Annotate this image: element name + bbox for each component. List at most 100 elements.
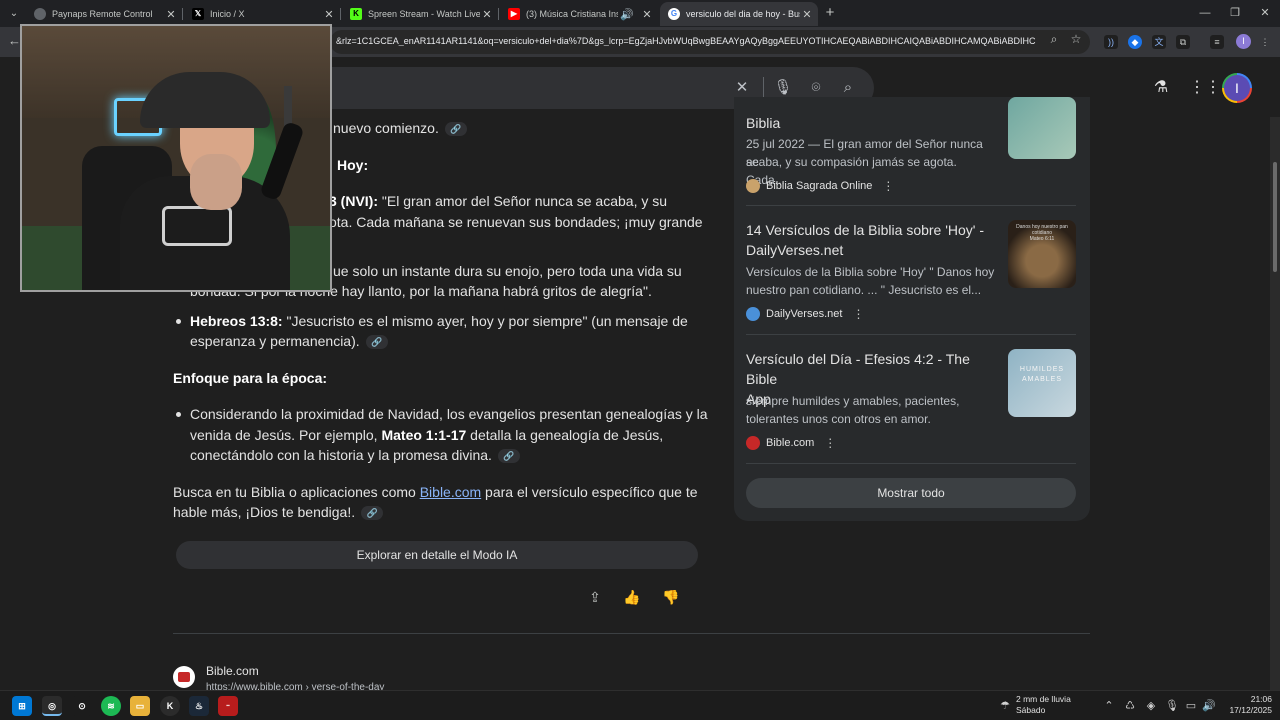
tab-separator xyxy=(498,8,499,20)
tab-title: (3) Música Cristiana Instrum xyxy=(526,9,618,19)
show-all-button[interactable]: Mostrar todo xyxy=(746,478,1076,508)
network-icon[interactable]: ▭ xyxy=(1184,699,1198,713)
close-tab-icon[interactable]: ✕ xyxy=(322,8,336,21)
close-tab-icon[interactable]: ✕ xyxy=(164,8,178,21)
spotify-taskbar-icon[interactable]: ≋ xyxy=(101,696,121,716)
microphone-icon[interactable]: 🎙 xyxy=(773,78,793,98)
extension-audio-icon[interactable]: )) xyxy=(1104,35,1118,49)
kick-logo-icon: K xyxy=(350,8,362,20)
search-icon[interactable]: ⌕ xyxy=(838,78,858,98)
clear-search-icon[interactable]: ✕ xyxy=(732,78,752,98)
more-options-icon[interactable]: ⋮ xyxy=(882,179,894,193)
extensions-puzzle-icon[interactable]: ⧉ xyxy=(1176,35,1190,49)
youtube-logo-icon: ▶ xyxy=(508,8,520,20)
bookmark-star-icon[interactable]: ☆ xyxy=(1068,31,1084,47)
extension-translate-icon[interactable]: 文 xyxy=(1152,35,1166,49)
tab-search-chevron-icon[interactable]: ⌄ xyxy=(4,4,24,24)
speaker-icon[interactable]: 🔊 xyxy=(618,8,636,21)
weather-icon[interactable]: ☂ xyxy=(998,699,1012,713)
clock-time: 21:06 xyxy=(1250,694,1272,704)
tab-google-search[interactable]: G versiculo del dia de hoy - Busc ✕ xyxy=(660,2,818,26)
account-avatar[interactable]: I xyxy=(1222,73,1252,103)
ai-verse3-line1: Hebreos 13:8: "Jesucristo es el mismo ay… xyxy=(190,311,688,332)
zoom-icon[interactable]: ⌕ xyxy=(1046,31,1062,47)
extension-shield-icon[interactable]: ◆ xyxy=(1128,35,1142,49)
card-title[interactable]: Biblia xyxy=(746,113,998,133)
tab-separator xyxy=(340,8,341,20)
ai-heading-epoca: Enfoque para la época: xyxy=(173,370,328,386)
card-thumbnail[interactable]: HUMILDES AMABLES xyxy=(1008,349,1076,417)
volume-icon[interactable]: 🔊 xyxy=(1202,699,1216,713)
bible-com-favicon xyxy=(173,666,195,688)
verse3-reference: Hebreos 13:8: xyxy=(190,313,283,329)
google-logo-icon: G xyxy=(668,8,680,20)
result-site-name[interactable]: Bible.com xyxy=(206,664,259,678)
explore-ai-mode-button[interactable]: Explorar en detalle el Modo IA xyxy=(176,541,698,569)
address-bar[interactable]: &rlz=1C1GCEA_enAR1141AR1141&oq=versiculo… xyxy=(330,30,1090,54)
tray-app-icon[interactable]: ♺ xyxy=(1123,699,1137,713)
tab-paynaps[interactable]: Paynaps Remote Control ✕ xyxy=(26,2,183,26)
link-chip-icon[interactable]: 🔗 xyxy=(365,335,388,350)
tab-youtube[interactable]: ▶ (3) Música Cristiana Instrum 🔊 ✕ xyxy=(500,2,658,26)
globe-icon xyxy=(34,8,46,20)
page-scrollbar[interactable] xyxy=(1270,117,1280,690)
scrollbar-thumb[interactable] xyxy=(1273,162,1277,272)
bullet xyxy=(176,412,181,417)
verse1-text: "El gran amor del Señor nunca se acaba, … xyxy=(378,193,668,209)
section-divider xyxy=(173,633,1090,634)
card-thumbnail[interactable]: Danos hoy nuestro pan cotidiano Mateo 6:1… xyxy=(1008,220,1076,288)
weather-widget[interactable]: 2 mm de lluvia Sábado xyxy=(1016,694,1071,716)
streamer-bot-icon[interactable]: ▪▪ xyxy=(218,696,238,716)
card-snippet: tolerantes unos con otros en amor. xyxy=(746,412,931,426)
tray-chevron-icon[interactable]: ⌃ xyxy=(1102,699,1116,713)
link-chip-icon[interactable]: 🔗 xyxy=(361,506,384,521)
card-title-line: Versículo del Día - Efesios 4:2 - The Bi… xyxy=(746,351,970,387)
card-source[interactable]: DailyVerses.net ⋮ xyxy=(746,307,864,321)
windows-start-icon[interactable]: ⊞ xyxy=(12,696,32,716)
reading-list-icon[interactable]: ≡ xyxy=(1210,35,1224,49)
new-tab-button[interactable]: + xyxy=(822,5,838,21)
profile-avatar[interactable]: I xyxy=(1236,34,1251,49)
menu-kebab-icon[interactable]: ⋮ xyxy=(1258,35,1272,49)
file-explorer-icon[interactable]: ▭ xyxy=(130,696,150,716)
thumbs-up-icon[interactable]: 👍 xyxy=(623,588,641,606)
app-taskbar-icon[interactable]: K xyxy=(160,696,180,716)
close-tab-icon[interactable]: ✕ xyxy=(800,8,814,21)
tray-app-icon[interactable]: ◈ xyxy=(1144,699,1158,713)
card-divider xyxy=(746,334,1076,335)
card-source[interactable]: Biblia Sagrada Online ⋮ xyxy=(746,179,894,193)
card-thumbnail[interactable] xyxy=(1008,97,1076,159)
chrome-taskbar-icon[interactable]: ◎ xyxy=(42,696,62,716)
card-title[interactable]: 14 Versículos de la Biblia sobre 'Hoy' -… xyxy=(746,220,998,260)
verse3-text-2: esperanza y permanencia). xyxy=(190,333,360,349)
clock-date: 17/12/2025 xyxy=(1229,705,1272,715)
system-clock[interactable]: 21:06 17/12/2025 xyxy=(1222,694,1272,716)
obs-taskbar-icon[interactable]: ⊙ xyxy=(72,696,92,716)
restore-icon[interactable]: ❐ xyxy=(1220,4,1250,22)
link-chip-icon[interactable]: 🔗 xyxy=(444,122,467,137)
labs-flask-icon[interactable]: ⚗ xyxy=(1150,77,1172,99)
steam-taskbar-icon[interactable]: ♨ xyxy=(189,696,209,716)
microphone-tray-icon[interactable]: 🎙 xyxy=(1165,699,1179,713)
google-lens-icon[interactable]: ⌾ xyxy=(806,78,826,98)
link-chip-icon[interactable]: 🔗 xyxy=(497,449,520,464)
close-tab-icon[interactable]: ✕ xyxy=(640,8,654,21)
close-window-icon[interactable]: ✕ xyxy=(1250,4,1280,22)
epoca-reference: Mateo 1:1-17 xyxy=(381,427,467,443)
more-options-icon[interactable]: ⋮ xyxy=(824,436,836,450)
card-title-line: DailyVerses.net xyxy=(746,242,844,258)
close-tab-icon[interactable]: ✕ xyxy=(480,8,494,21)
thumbs-down-icon[interactable]: 👎 xyxy=(662,588,680,606)
apps-grid-icon[interactable]: ⋮⋮⋮ xyxy=(1189,77,1237,99)
bullet xyxy=(176,319,181,324)
card-source[interactable]: Bible.com ⋮ xyxy=(746,436,836,450)
more-options-icon[interactable]: ⋮ xyxy=(852,307,864,321)
tab-x[interactable]: 𝕏 Inicio / X ✕ xyxy=(184,2,341,26)
minimize-icon[interactable]: — xyxy=(1190,4,1220,22)
card-divider xyxy=(746,463,1076,464)
bible-com-link[interactable]: Bible.com xyxy=(420,484,481,500)
result-url[interactable]: https://www.bible.com › verse-of-the-day xyxy=(206,682,384,690)
share-icon[interactable]: ⇪ xyxy=(586,588,604,606)
tab-kick[interactable]: K Spreen Stream - Watch Live on ✕ xyxy=(342,2,499,26)
url-text[interactable]: &rlz=1C1GCEA_enAR1141AR1141&oq=versiculo… xyxy=(336,36,1036,46)
